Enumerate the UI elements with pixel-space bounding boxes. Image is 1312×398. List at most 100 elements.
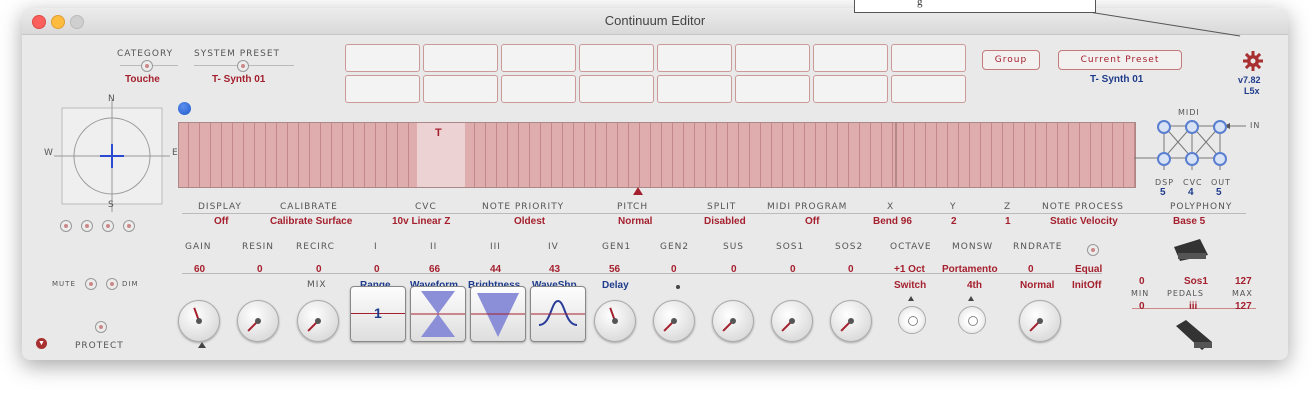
midi-node[interactable] (1213, 120, 1227, 134)
strip-key-line (342, 123, 343, 187)
midi-node[interactable] (1185, 120, 1199, 134)
control-value[interactable]: 44 (490, 264, 501, 275)
monsw-pointer-icon (968, 296, 974, 301)
control-value[interactable]: 56 (609, 264, 620, 275)
preset-slot[interactable] (657, 75, 732, 103)
preset-slot[interactable] (735, 44, 810, 72)
param-value[interactable]: 10v Linear Z (392, 216, 450, 227)
category-label: Category (117, 49, 174, 59)
midi-node[interactable] (1157, 152, 1171, 166)
playing-surface-strip[interactable]: T (178, 122, 1136, 188)
sos1-knob[interactable] (771, 300, 813, 342)
monsw-switch[interactable] (958, 306, 986, 334)
current-preset-button[interactable]: Current Preset (1058, 50, 1182, 70)
preset-slot[interactable] (579, 75, 654, 103)
compass-graphic[interactable] (54, 100, 170, 212)
control-value[interactable]: Equal (1075, 264, 1102, 275)
recirc-knob[interactable] (297, 300, 339, 342)
pedal1-min[interactable]: 0 (1139, 276, 1145, 287)
mute-toggle[interactable] (85, 278, 97, 290)
control-value[interactable]: Portamento (942, 264, 998, 275)
preset-slot[interactable] (813, 75, 888, 103)
gen1-knob[interactable] (594, 300, 636, 342)
preset-slot[interactable] (345, 75, 420, 103)
range-button[interactable]: 1 (350, 286, 406, 342)
strip-key-line (573, 123, 574, 187)
pedal2-min[interactable]: 0 (1139, 301, 1145, 312)
strip-key-line (375, 123, 376, 187)
control-value[interactable]: 0 (1028, 264, 1034, 275)
round-robin-toggle[interactable] (1087, 244, 1099, 256)
pedal2-max[interactable]: 127 (1235, 301, 1252, 312)
gen2-knob[interactable] (653, 300, 695, 342)
settings-gear-icon[interactable] (1242, 50, 1264, 72)
pedal1-name[interactable]: Sos1 (1184, 276, 1208, 287)
midi-node[interactable] (1185, 152, 1199, 166)
gain-pointer-icon (198, 342, 206, 348)
mute-label: Mute (52, 280, 76, 288)
param-value[interactable]: Disabled (704, 216, 746, 227)
preset-slot[interactable] (891, 44, 966, 72)
rndrate-knob[interactable] (1019, 300, 1061, 342)
strip-key-line (969, 123, 970, 187)
group-button[interactable]: Group (982, 50, 1040, 70)
strip-key-line (606, 123, 607, 187)
param-value[interactable]: Off (214, 216, 228, 227)
param-value[interactable]: Oldest (514, 216, 545, 227)
param-value[interactable]: Normal (618, 216, 652, 227)
system-preset-slider-thumb[interactable] (237, 60, 249, 72)
control-value[interactable]: 0 (790, 264, 796, 275)
status-dot[interactable] (178, 102, 191, 115)
preset-slot[interactable] (579, 44, 654, 72)
strip-key-line (474, 123, 475, 187)
control-value[interactable]: 66 (429, 264, 440, 275)
strip-key-line (210, 123, 211, 187)
preset-slot[interactable] (345, 44, 420, 72)
brightness-button[interactable] (470, 286, 526, 342)
protect-toggle[interactable] (95, 321, 107, 333)
pedal2-name[interactable]: iii (1189, 301, 1197, 312)
control-value[interactable]: 43 (549, 264, 560, 275)
expand-down-icon[interactable]: ▼ (36, 338, 47, 349)
param-value[interactable]: Calibrate Surface (270, 216, 352, 227)
param-value[interactable]: Off (805, 216, 819, 227)
preset-slot[interactable] (501, 75, 576, 103)
preset-slot[interactable] (735, 75, 810, 103)
control-value[interactable]: 0 (257, 264, 263, 275)
param-value[interactable]: Base 5 (1173, 216, 1205, 227)
gain-knob[interactable] (178, 300, 220, 342)
control-value[interactable]: 0 (731, 264, 737, 275)
preset-slot[interactable] (891, 75, 966, 103)
category-slider-thumb[interactable] (141, 60, 153, 72)
waveshape-button[interactable] (530, 286, 586, 342)
current-preset-value: T- Synth 01 (1090, 74, 1144, 85)
preset-slot[interactable] (423, 44, 498, 72)
pedal1-max[interactable]: 127 (1235, 276, 1252, 287)
param-value[interactable]: Bend 96 (873, 216, 912, 227)
control-value[interactable]: 0 (848, 264, 854, 275)
preset-slot[interactable] (501, 44, 576, 72)
param-value[interactable]: 2 (951, 216, 957, 227)
strip-key-line (1090, 123, 1091, 187)
param-value[interactable]: 1 (1005, 216, 1011, 227)
midi-out-label: DSP (1155, 178, 1175, 187)
sos2-knob[interactable] (830, 300, 872, 342)
control-value[interactable]: 0 (374, 264, 380, 275)
control-value[interactable]: 60 (194, 264, 205, 275)
preset-slot[interactable] (813, 44, 888, 72)
param-value[interactable]: Static Velocity (1050, 216, 1118, 227)
midi-node[interactable] (1213, 152, 1227, 166)
midi-node[interactable] (1157, 120, 1171, 134)
control-value[interactable]: 0 (671, 264, 677, 275)
octave-switch[interactable] (898, 306, 926, 334)
resin-knob[interactable] (237, 300, 279, 342)
strip-key-line (595, 123, 596, 187)
preset-slot[interactable] (657, 44, 732, 72)
midi-in-label: IN (1250, 121, 1261, 130)
preset-slot[interactable] (423, 75, 498, 103)
sus-knob[interactable] (712, 300, 754, 342)
dim-toggle[interactable] (106, 278, 118, 290)
control-value[interactable]: 0 (316, 264, 322, 275)
waveform-button[interactable] (410, 286, 466, 342)
control-value[interactable]: +1 Oct (894, 264, 925, 275)
